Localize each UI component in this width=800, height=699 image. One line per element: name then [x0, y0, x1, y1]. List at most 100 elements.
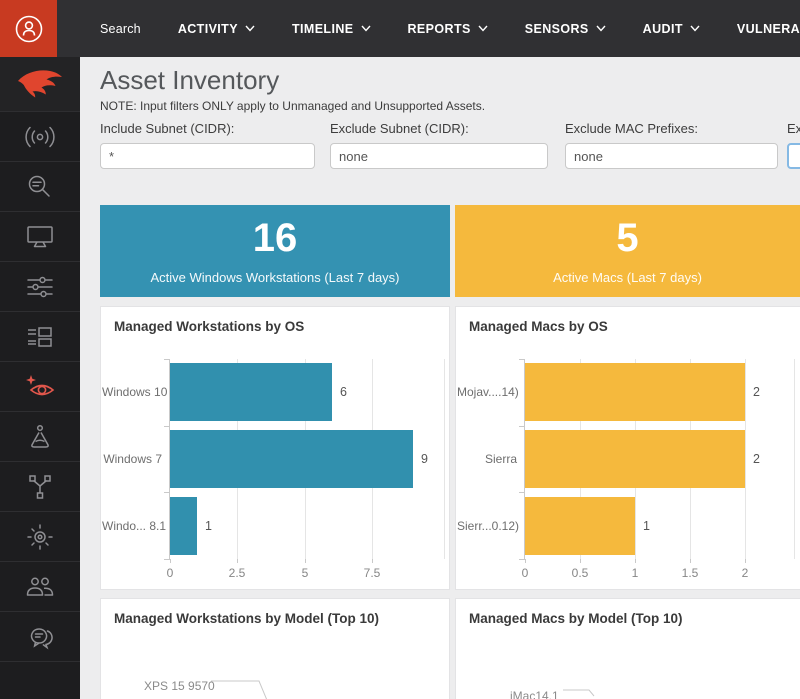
user-avatar-button[interactable]: [0, 0, 57, 57]
pie-leader-line: [211, 675, 281, 699]
y-tick: [164, 559, 170, 560]
bar-value-label: 2: [753, 385, 760, 399]
sidebar-item-monitor[interactable]: [0, 212, 80, 262]
x-tick: [170, 559, 171, 563]
investigate-search-icon: [26, 173, 54, 201]
plot-right-edge: [444, 359, 445, 559]
sliders-icon: [25, 274, 55, 300]
sidebar-item-network-branch[interactable]: [0, 462, 80, 512]
users-icon: [24, 574, 56, 600]
monitor-icon: [25, 224, 55, 250]
bar-value-label: 6: [340, 385, 347, 399]
y-tick: [164, 492, 170, 493]
nav-item-audit[interactable]: AUDIT: [643, 22, 700, 36]
filter-label: Exclude Subnet (CIDR):: [330, 121, 548, 136]
nav-item-activity[interactable]: ACTIVITY: [178, 22, 255, 36]
sidebar-item-falcon-logo[interactable]: [0, 57, 80, 112]
category-label: Windo... 8.1: [102, 519, 162, 533]
chat-icon: [25, 623, 55, 651]
bar-sierr-0-12[interactable]: [525, 497, 635, 555]
x-tick: [525, 559, 526, 563]
chevron-down-icon: [596, 25, 606, 32]
bar-value-label: 2: [753, 452, 760, 466]
bar-sierra[interactable]: [525, 430, 745, 488]
bar-plot: 00.511.52Mojav....14)2Sierra2Sierr...0.1…: [524, 359, 794, 559]
discover-eye-icon: [23, 373, 57, 401]
x-tick-label: 2.5: [215, 566, 259, 580]
left-sidebar: [0, 57, 80, 699]
bar-windows-7[interactable]: [170, 430, 413, 488]
user-icon: [12, 12, 46, 46]
page-note: NOTE: Input filters ONLY apply to Unmana…: [100, 99, 485, 113]
stat-card-label: Active Windows Workstations (Last 7 days…: [150, 270, 399, 285]
filter-ex: Ex: [787, 121, 800, 169]
sidebar-item-sliders[interactable]: [0, 262, 80, 312]
category-label: Mojav....14): [457, 385, 517, 399]
stat-card-value: 5: [616, 218, 638, 258]
pie-slice-label: XPS 15 9570: [144, 679, 215, 693]
sidebar-item-discover-eye[interactable]: [0, 362, 80, 412]
sidebar-item-flask[interactable]: [0, 412, 80, 462]
panel-managed-workstations-by-model-top-10: Managed Workstations by Model (Top 10) XP…: [100, 598, 450, 699]
sidebar-item-users[interactable]: [0, 562, 80, 612]
main-content: Asset Inventory NOTE: Input filters ONLY…: [80, 57, 800, 699]
y-tick: [164, 359, 170, 360]
y-tick: [519, 492, 525, 493]
panel-title: Managed Macs by Model (Top 10): [469, 611, 683, 626]
category-label: Sierr...0.12): [457, 519, 517, 533]
nav-item-timeline[interactable]: TIMELINE: [292, 22, 371, 36]
category-label: Windows 7: [102, 452, 162, 466]
bar-value-label: 9: [421, 452, 428, 466]
y-tick: [519, 559, 525, 560]
chevron-down-icon: [478, 25, 488, 32]
nav-item-vulnerabilities[interactable]: VULNERABILITIES: [737, 22, 800, 36]
sidebar-item-signal[interactable]: [0, 112, 80, 162]
sidebar-item-chat[interactable]: [0, 612, 80, 662]
filter-label: Ex: [787, 121, 800, 136]
nav-item-label: Search: [100, 22, 141, 36]
chevron-down-icon: [690, 25, 700, 32]
nav-item-label: ACTIVITY: [178, 22, 238, 36]
nav-item-label: REPORTS: [408, 22, 471, 36]
flask-icon: [26, 423, 54, 451]
pie-leader-line: [563, 685, 603, 699]
x-tick: [745, 559, 746, 563]
filter-input-ex[interactable]: [787, 143, 800, 169]
filter-exclude-mac-prefixes: Exclude MAC Prefixes:: [565, 121, 778, 169]
stat-card-label: Active Macs (Last 7 days): [553, 270, 702, 285]
sidebar-item-investigate-search[interactable]: [0, 162, 80, 212]
page-title: Asset Inventory: [100, 65, 279, 96]
sidebar-item-dashboard-panels[interactable]: [0, 312, 80, 362]
x-tick: [372, 559, 373, 563]
sidebar-item-radar[interactable]: [0, 512, 80, 562]
x-tick: [580, 559, 581, 563]
nav-item-sensors[interactable]: SENSORS: [525, 22, 606, 36]
panel-title: Managed Workstations by Model (Top 10): [114, 611, 379, 626]
filter-include-subnet-cidr: Include Subnet (CIDR):: [100, 121, 315, 169]
filter-input-exclude-subnet-cidr[interactable]: [330, 143, 548, 169]
plot-right-edge: [794, 359, 795, 559]
filter-exclude-subnet-cidr: Exclude Subnet (CIDR):: [330, 121, 548, 169]
bar-value-label: 1: [205, 519, 212, 533]
x-tick-label: 1.5: [668, 566, 712, 580]
x-tick: [635, 559, 636, 563]
nav-item-reports[interactable]: REPORTS: [408, 22, 488, 36]
gridline: [745, 359, 746, 559]
dashboard-panels-icon: [25, 324, 55, 350]
filter-input-include-subnet-cidr[interactable]: [100, 143, 315, 169]
filter-input-exclude-mac-prefixes[interactable]: [565, 143, 778, 169]
nav-item-label: AUDIT: [643, 22, 683, 36]
bar-mojav-14[interactable]: [525, 363, 745, 421]
stat-card-active-windows-workstations-last-7-days[interactable]: 16Active Windows Workstations (Last 7 da…: [100, 205, 450, 297]
nav-item-search[interactable]: Search: [100, 22, 141, 36]
radar-icon: [25, 522, 55, 552]
stat-card-active-macs-last-7-days[interactable]: 5 Active Macs (Last 7 days): [455, 205, 800, 297]
x-tick-label: 1: [613, 566, 657, 580]
category-label: Sierra: [457, 452, 517, 466]
signal-icon: [24, 124, 56, 150]
y-tick: [164, 426, 170, 427]
bar-windows-10[interactable]: [170, 363, 332, 421]
bar-windo-8-1[interactable]: [170, 497, 197, 555]
falcon-logo-icon: [17, 68, 63, 100]
x-tick: [305, 559, 306, 563]
